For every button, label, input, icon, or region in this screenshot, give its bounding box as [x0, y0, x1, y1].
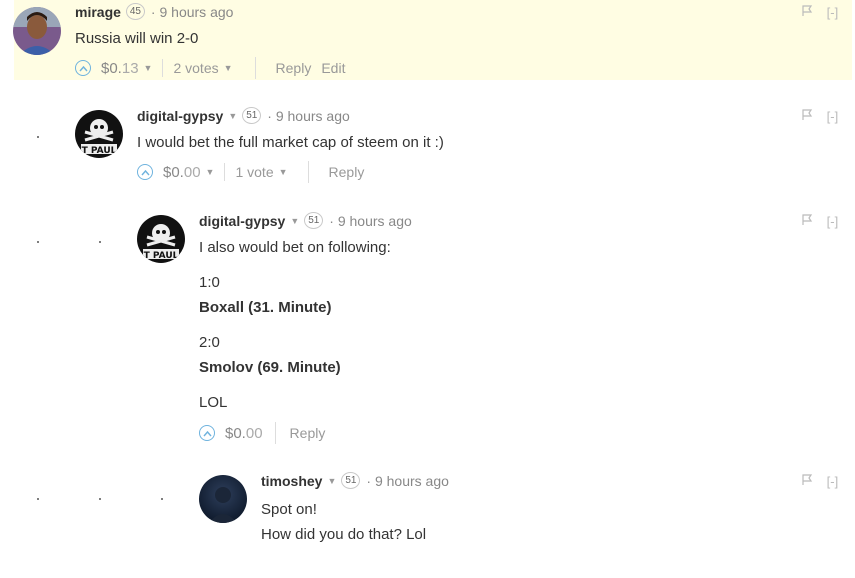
- timestamp[interactable]: · 9 hours ago: [366, 473, 449, 489]
- edit-button[interactable]: Edit: [321, 60, 345, 76]
- collapse-button[interactable]: [-]: [827, 474, 839, 489]
- flag-icon: [802, 5, 813, 16]
- comment-text: Boxall (31. Minute): [199, 299, 332, 316]
- comment-text: LOL: [199, 394, 228, 411]
- thread-dot: [37, 241, 39, 243]
- divider: [307, 161, 309, 183]
- chevron-up-circle-icon[interactable]: [137, 164, 153, 180]
- caret-down-icon[interactable]: ▼: [327, 476, 336, 486]
- chevron-up-circle-icon[interactable]: [75, 60, 91, 76]
- reply-button[interactable]: Reply: [290, 425, 326, 441]
- comment-text: Spot on!: [261, 501, 317, 518]
- comment-body: Spot on! How did you do that? Lol: [261, 497, 426, 547]
- comment-body: I also would bet on following: 1:0 Boxal…: [199, 238, 391, 413]
- timestamp[interactable]: · 9 hours ago: [267, 108, 350, 124]
- caret-down-icon[interactable]: ▼: [206, 167, 215, 177]
- collapse-button[interactable]: [-]: [827, 214, 839, 229]
- svg-text:T PAUL: T PAUL: [144, 251, 179, 261]
- thread-dot: [99, 241, 101, 243]
- collapse-button[interactable]: [-]: [827, 5, 839, 20]
- votes-count[interactable]: 1 vote: [235, 164, 273, 180]
- reputation-badge: 45: [125, 3, 145, 20]
- payout-value[interactable]: $0.00: [225, 425, 263, 442]
- votes-count[interactable]: 2 votes: [173, 60, 218, 76]
- author-name[interactable]: digital-gypsy: [199, 213, 285, 229]
- divider: [162, 59, 164, 77]
- thread-dot: [37, 498, 39, 500]
- comment-footer: $0.00 Reply: [199, 422, 325, 444]
- divider: [274, 422, 276, 444]
- avatar[interactable]: T PAUL: [75, 110, 123, 158]
- flag-icon: [802, 214, 813, 225]
- comment-header: mirage 45 · 9 hours ago: [75, 3, 233, 20]
- comment-text: I also would bet on following:: [199, 239, 391, 256]
- flag-icon: [802, 474, 813, 485]
- timestamp[interactable]: · 9 hours ago: [151, 4, 234, 20]
- flag-button[interactable]: [-]: [801, 5, 838, 20]
- svg-text:T PAUL: T PAUL: [82, 146, 117, 156]
- avatar[interactable]: [13, 7, 61, 55]
- reputation-badge: 51: [242, 107, 262, 124]
- reply-button[interactable]: Reply: [329, 164, 365, 180]
- avatar[interactable]: [199, 475, 247, 523]
- comment-text: 1:0: [199, 274, 220, 291]
- comment-text: I would bet the full market cap of steem…: [137, 134, 444, 151]
- comment-header: digital-gypsy ▼ 51 · 9 hours ago: [137, 107, 350, 124]
- caret-down-icon[interactable]: ▼: [228, 111, 237, 121]
- author-name[interactable]: mirage: [75, 4, 121, 20]
- divider: [254, 57, 256, 79]
- flag-icon: [802, 109, 813, 120]
- caret-down-icon[interactable]: ▼: [144, 63, 153, 73]
- caret-down-icon[interactable]: ▼: [279, 167, 288, 177]
- comment-text: How did you do that? Lol: [261, 526, 427, 543]
- timestamp[interactable]: · 9 hours ago: [329, 213, 412, 229]
- comment-footer: $0.00 ▼ 1 vote ▼ Reply: [137, 161, 364, 183]
- thread-dot: [161, 498, 163, 500]
- comment-header: digital-gypsy ▼ 51 · 9 hours ago: [199, 212, 412, 229]
- comment-text: Russia will win 2-0: [75, 30, 199, 47]
- reply-button[interactable]: Reply: [276, 60, 312, 76]
- caret-down-icon[interactable]: ▼: [290, 216, 299, 226]
- comment-body: Russia will win 2-0: [75, 30, 198, 47]
- comment-body: I would bet the full market cap of steem…: [137, 134, 444, 151]
- comment-text: Smolov (69. Minute): [199, 359, 341, 376]
- flag-button[interactable]: [-]: [801, 214, 838, 229]
- reputation-badge: 51: [304, 212, 324, 229]
- caret-down-icon[interactable]: ▼: [224, 63, 233, 73]
- divider: [224, 163, 226, 181]
- author-name[interactable]: timoshey: [261, 473, 322, 489]
- flag-button[interactable]: [-]: [801, 109, 838, 124]
- payout-value[interactable]: $0.13: [101, 60, 139, 77]
- thread-dot: [37, 136, 39, 138]
- comment-text: 2:0: [199, 334, 220, 351]
- avatar[interactable]: T PAUL: [137, 215, 185, 263]
- collapse-button[interactable]: [-]: [827, 109, 839, 124]
- thread-dot: [99, 498, 101, 500]
- payout-value[interactable]: $0.00: [163, 164, 201, 181]
- chevron-up-circle-icon[interactable]: [199, 425, 215, 441]
- comment-footer: $0.13 ▼ 2 votes ▼ Reply Edit: [75, 57, 345, 79]
- author-name[interactable]: digital-gypsy: [137, 108, 223, 124]
- comment-header: timoshey ▼ 51 · 9 hours ago: [261, 472, 449, 489]
- reputation-badge: 51: [341, 472, 361, 489]
- flag-button[interactable]: [-]: [801, 474, 838, 489]
